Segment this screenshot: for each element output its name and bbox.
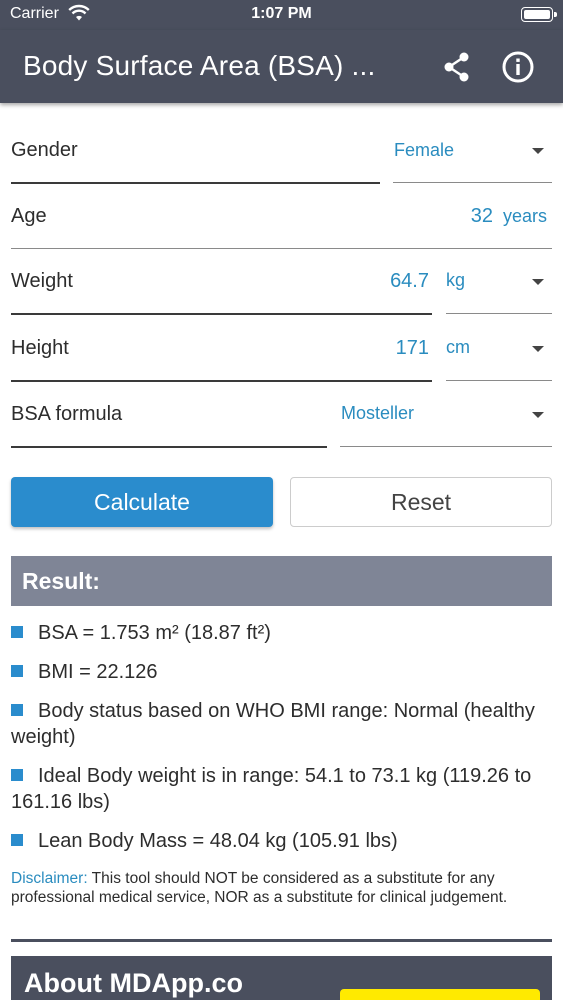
about-title: About MDApp.co — [24, 968, 243, 998]
weight-underline — [11, 313, 432, 315]
height-underline — [11, 380, 432, 382]
age-underline — [11, 248, 552, 249]
about-badge[interactable] — [340, 989, 540, 1000]
result-item-lean-mass: Lean Body Mass = 48.04 kg (105.91 lbs) — [11, 828, 552, 854]
age-unit: years — [503, 206, 548, 226]
gender-value: Female — [394, 140, 455, 160]
section-divider — [11, 939, 552, 942]
gender-select[interactable]: Female — [393, 130, 552, 183]
bullet-icon — [11, 704, 23, 716]
age-label: Age — [11, 205, 47, 227]
age-input[interactable]: 32 — [393, 205, 493, 228]
height-unit-select[interactable]: cm — [446, 329, 552, 381]
battery-icon — [521, 7, 557, 22]
formula-underline — [11, 446, 327, 448]
calculate-button[interactable]: Calculate — [11, 477, 273, 527]
gender-underline — [11, 182, 380, 184]
result-text: BMI = 22.126 — [38, 661, 158, 683]
result-list: BSA = 1.753 m² (18.87 ft²) BMI = 22.126 … — [11, 620, 552, 867]
height-input[interactable]: 171 — [300, 337, 429, 360]
bullet-icon — [11, 769, 23, 781]
bullet-icon — [11, 665, 23, 677]
result-text: Ideal Body weight is in range: 54.1 to 7… — [11, 765, 532, 813]
height-unit-underline — [446, 380, 552, 381]
result-item-ideal-weight: Ideal Body weight is in range: 54.1 to 7… — [11, 763, 552, 815]
result-header: Result: — [11, 556, 552, 606]
chevron-down-icon — [532, 279, 544, 285]
disclaimer-label: Disclaimer: — [11, 870, 88, 887]
result-text: BSA = 1.753 m² (18.87 ft²) — [38, 622, 271, 644]
status-time: 1:07 PM — [251, 5, 312, 22]
gender-select-underline — [393, 182, 552, 183]
formula-select[interactable]: Mosteller — [340, 395, 552, 447]
formula-label: BSA formula — [11, 403, 123, 425]
height-label: Height — [11, 337, 69, 359]
result-item-bsa: BSA = 1.753 m² (18.87 ft²) — [11, 620, 552, 646]
reset-button[interactable]: Reset — [290, 477, 552, 527]
page-title: Body Surface Area (BSA) ... — [23, 50, 376, 81]
status-bar: Carrier 1:07 PM — [0, 0, 563, 30]
weight-unit-select[interactable]: kg — [446, 262, 552, 314]
chevron-down-icon — [532, 412, 544, 418]
result-text: Body status based on WHO BMI range: Norm… — [11, 700, 535, 748]
formula-value: Mosteller — [341, 403, 415, 423]
result-item-bmi: BMI = 22.126 — [11, 659, 552, 685]
weight-unit-value: kg — [446, 270, 466, 290]
chevron-down-icon — [532, 346, 544, 352]
weight-label: Weight — [11, 270, 73, 292]
app-bar: Body Surface Area (BSA) ... — [0, 30, 563, 103]
bullet-icon — [11, 834, 23, 846]
height-unit-value: cm — [446, 337, 470, 357]
disclaimer: Disclaimer: This tool should NOT be cons… — [11, 869, 556, 907]
weight-unit-underline — [446, 313, 552, 314]
result-item-body-status: Body status based on WHO BMI range: Norm… — [11, 698, 552, 750]
result-text: Lean Body Mass = 48.04 kg (105.91 lbs) — [38, 830, 398, 852]
info-icon[interactable] — [499, 48, 537, 86]
bullet-icon — [11, 626, 23, 638]
gender-label: Gender — [11, 139, 78, 161]
formula-select-underline — [340, 446, 552, 447]
share-icon[interactable] — [438, 48, 476, 86]
about-section: About MDApp.co — [11, 956, 552, 1000]
chevron-down-icon — [532, 148, 544, 154]
weight-input[interactable]: 64.7 — [300, 270, 429, 293]
